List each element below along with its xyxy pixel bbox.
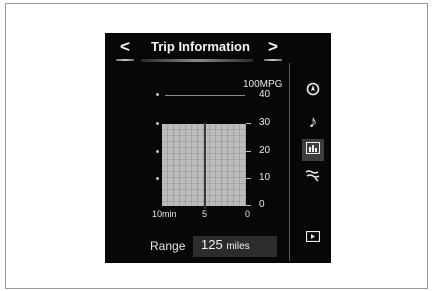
left-axis-dot: [156, 150, 159, 153]
reference-line: [165, 95, 245, 96]
y-tick-label: 20: [259, 145, 271, 156]
next-screen-button[interactable]: >: [262, 35, 284, 61]
vehicle-info-icon[interactable]: [302, 139, 324, 161]
climate-icon-graphic: [305, 170, 320, 182]
range-value: 125 miles: [201, 237, 250, 252]
header-underline: [141, 59, 253, 62]
y-tick-label: 40: [259, 89, 271, 100]
reference-line-dot: [156, 93, 159, 96]
x-tick-label: 10min: [152, 209, 177, 219]
next-button-highlight: [264, 59, 282, 61]
music-note-icon[interactable]: ♪: [302, 111, 324, 133]
left-axis-dot: [156, 122, 159, 125]
chevron-left-icon: <: [120, 37, 130, 56]
chevron-right-icon: >: [268, 37, 278, 56]
previous-screen-button[interactable]: <: [114, 35, 136, 61]
y-tick-mark: [246, 151, 251, 152]
y-tick-mark: [246, 123, 251, 124]
page-title: Trip Information: [151, 39, 250, 54]
range-label: Range: [150, 239, 186, 253]
vehicle-info-icon-graphic: [306, 142, 320, 154]
display-icon-graphic: [305, 230, 321, 243]
x-tick-label: 0: [245, 209, 251, 219]
bar-interval-2: [204, 123, 246, 206]
y-tick-label: 10: [259, 172, 271, 183]
navigation-icon-graphic: [306, 82, 320, 96]
sidebar-divider: [289, 63, 290, 261]
display-icon[interactable]: [302, 227, 324, 249]
trip-information-screen: < Trip Information > 100MPG 40 30 20 10 …: [105, 33, 331, 263]
screen-header: < Trip Information >: [105, 33, 289, 63]
x-tick-label: 5: [202, 209, 208, 219]
y-tick-mark: [246, 205, 251, 206]
y-tick-label: 0: [259, 199, 265, 210]
navigation-icon[interactable]: [302, 81, 324, 103]
range-unit: miles: [226, 241, 250, 252]
bar-interval-1: [162, 123, 204, 206]
bar-separator: [204, 123, 206, 209]
previous-button-highlight: [116, 59, 134, 61]
range-display: Range 125 miles: [105, 231, 289, 261]
climate-icon[interactable]: [302, 167, 324, 189]
music-note-glyph: ♪: [308, 112, 318, 131]
range-number: 125: [201, 237, 223, 252]
y-tick-label: 30: [259, 117, 271, 128]
y-tick-mark: [246, 178, 251, 179]
left-axis-dot: [156, 177, 159, 180]
